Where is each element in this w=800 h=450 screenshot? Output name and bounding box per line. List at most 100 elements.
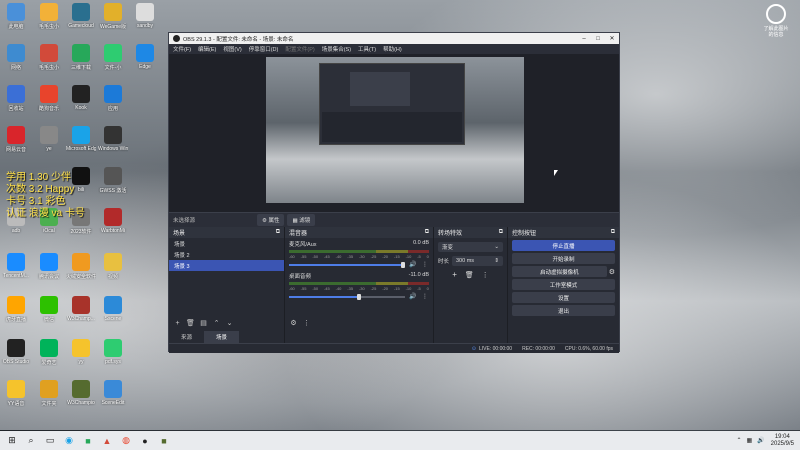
add-transition-icon[interactable]: + bbox=[452, 270, 457, 279]
desktop-icon[interactable]: 视频 bbox=[98, 253, 128, 291]
desktop-icon[interactable]: WarbtonMi bbox=[98, 208, 128, 246]
move-up-icon[interactable]: ⌃ bbox=[212, 319, 221, 328]
desktop-icon[interactable]: 网易云音 bbox=[1, 126, 31, 164]
desktop-icon[interactable]: 腾讯会议 bbox=[34, 253, 64, 291]
desktop-icon[interactable]: 毛毛虫小 bbox=[34, 3, 64, 41]
clock[interactable]: 19:04 2025/9/5 bbox=[771, 434, 794, 448]
volume-knob[interactable] bbox=[400, 261, 405, 268]
app-icon[interactable]: ■ bbox=[81, 434, 95, 448]
start-virtual-camera-button[interactable]: 启动虚拟摄像机 bbox=[512, 266, 607, 277]
desktop-icon[interactable]: 酷狗音乐 bbox=[34, 85, 64, 123]
remove-scene-icon[interactable]: 🗑 bbox=[186, 319, 195, 328]
maximize-button[interactable]: □ bbox=[591, 36, 605, 42]
add-scene-icon[interactable]: + bbox=[173, 319, 182, 328]
mixer-menu-icon[interactable]: ⋮ bbox=[302, 319, 311, 328]
desktop-icon[interactable]: 文件-小 bbox=[98, 44, 128, 82]
app-icon[interactable]: ■ bbox=[157, 434, 171, 448]
desktop-icon[interactable]: 火绒安全软件 bbox=[66, 253, 96, 291]
menu-item[interactable]: 编辑(E) bbox=[198, 45, 216, 53]
desktop-icon[interactable]: 微信 bbox=[34, 296, 64, 334]
start-recording-button[interactable]: 开始录制 bbox=[512, 253, 615, 264]
duration-input[interactable]: 300 ms ⇕ bbox=[452, 256, 503, 266]
scene-item[interactable]: 场景 bbox=[169, 238, 284, 249]
edge-icon[interactable]: ◉ bbox=[62, 434, 76, 448]
transition-menu-icon[interactable]: ⋮ bbox=[482, 271, 489, 279]
desktop-icon[interactable]: 爱奇艺 bbox=[34, 339, 64, 377]
obs-window[interactable]: OBS 29.1.3 - 配置文件: 未命名 - 场景: 未命名 – □ ✕ 文… bbox=[168, 32, 620, 353]
desktop-icon[interactable]: ye bbox=[34, 126, 64, 164]
desktop-icon[interactable]: TencentM... bbox=[1, 253, 31, 291]
desktop-icon[interactable]: W3Champio bbox=[66, 380, 96, 418]
volume-knob[interactable] bbox=[356, 293, 361, 300]
desktop-icon[interactable]: 三维下载 bbox=[66, 44, 96, 82]
channel-menu-icon[interactable]: ⋮ bbox=[421, 261, 429, 268]
app-icon[interactable]: ▲ bbox=[100, 434, 114, 448]
undock-icon[interactable]: ⧉ bbox=[499, 229, 503, 236]
desktop-icon[interactable]: Gamecloud bbox=[66, 3, 96, 41]
desktop-icon[interactable]: 应用 bbox=[98, 85, 128, 123]
desktop-icon[interactable]: yy bbox=[66, 339, 96, 377]
desktop-icon[interactable]: Sscene bbox=[98, 296, 128, 334]
desktop-icon[interactable]: 回收站 bbox=[1, 85, 31, 123]
desktop-icon[interactable]: GWSS 激活 bbox=[98, 167, 128, 205]
learn-about-picture-icon[interactable]: 了解此图片 的信息 bbox=[757, 4, 795, 38]
volume-slider[interactable] bbox=[289, 261, 405, 268]
undock-icon[interactable]: ⧉ bbox=[276, 229, 280, 236]
scene-item[interactable]: 场景 2 bbox=[169, 249, 284, 260]
obs-taskbar-icon[interactable]: ● bbox=[138, 434, 152, 448]
desktop-icon[interactable]: 毛毛虫小 bbox=[34, 44, 64, 82]
chrome-icon[interactable]: ◍ bbox=[119, 434, 133, 448]
chevron-up-icon[interactable]: ⌃ bbox=[736, 437, 741, 444]
channel-menu-icon[interactable]: ⋮ bbox=[421, 293, 429, 300]
transition-select[interactable]: 渐变 ⌄ bbox=[438, 242, 503, 252]
desktop-icon[interactable]: 虎牙直播 bbox=[1, 296, 31, 334]
network-icon[interactable]: ▦ bbox=[746, 437, 752, 444]
advanced-audio-icon[interactable]: ⚙ bbox=[289, 319, 298, 328]
desktop-icon[interactable]: W3Champ... bbox=[66, 296, 96, 334]
speaker-icon[interactable]: 🔊 bbox=[409, 261, 417, 268]
tab-scenes[interactable]: 场景 bbox=[204, 331, 240, 343]
stop-streaming-button[interactable]: 停止直播 bbox=[512, 240, 615, 251]
move-down-icon[interactable]: ⌄ bbox=[225, 319, 234, 328]
remove-transition-icon[interactable]: 🗑 bbox=[465, 271, 474, 279]
menu-item[interactable]: 工具(T) bbox=[358, 45, 376, 53]
menu-item[interactable]: 视图(V) bbox=[223, 45, 241, 53]
menu-item[interactable]: 文件(F) bbox=[173, 45, 191, 53]
desktop-icon[interactable]: sandby bbox=[130, 3, 160, 41]
tab-sources[interactable]: 来源 bbox=[169, 331, 204, 343]
menu-item[interactable]: 配置文件(P) bbox=[285, 45, 314, 53]
desktop-icon[interactable]: 网络 bbox=[1, 44, 31, 82]
volume-slider[interactable] bbox=[289, 293, 405, 300]
scene-filters-icon[interactable]: ▤ bbox=[199, 319, 208, 328]
desktop-icon[interactable]: 此电脑 bbox=[1, 3, 31, 41]
volume-icon[interactable]: 🔊 bbox=[757, 437, 764, 444]
start-icon[interactable]: ⊞ bbox=[5, 434, 19, 448]
speaker-icon[interactable]: 🔊 bbox=[409, 293, 417, 300]
task-view-icon[interactable]: ▭ bbox=[43, 434, 57, 448]
desktop-icon[interactable]: YY语音 bbox=[1, 380, 31, 418]
menu-item[interactable]: 场景集合(S) bbox=[322, 45, 351, 53]
minimize-button[interactable]: – bbox=[577, 36, 591, 42]
menu-item[interactable]: 停靠窗口(D) bbox=[249, 45, 279, 53]
exit-button[interactable]: 退出 bbox=[512, 305, 615, 316]
gear-icon[interactable]: ⚙ bbox=[609, 268, 615, 276]
undock-icon[interactable]: ⧉ bbox=[611, 229, 615, 236]
desktop-icon[interactable]: SceneEdit bbox=[98, 380, 128, 418]
desktop-icon[interactable]: Microsoft Edge bbox=[66, 126, 96, 164]
search-icon[interactable]: ⌕ bbox=[24, 434, 38, 448]
desktop-icon[interactable]: OBS Studio bbox=[1, 339, 31, 377]
desktop-icon[interactable]: Windows Windbg bbox=[98, 126, 128, 164]
menu-item[interactable]: 帮助(H) bbox=[383, 45, 402, 53]
desktop-icon[interactable]: WeGame版 bbox=[98, 3, 128, 41]
filters-button[interactable]: ▦ 滤镜 bbox=[287, 214, 316, 226]
desktop-icon[interactable]: Edge bbox=[130, 44, 160, 82]
desktop-icon[interactable]: Kook bbox=[66, 85, 96, 123]
desktop-icon[interactable]: 文件夹 bbox=[34, 380, 64, 418]
desktop-icon[interactable]: pdf.sys bbox=[98, 339, 128, 377]
close-button[interactable]: ✕ bbox=[605, 35, 619, 42]
studio-mode-button[interactable]: 工作室模式 bbox=[512, 279, 615, 290]
preview-canvas[interactable] bbox=[169, 54, 619, 212]
scene-item[interactable]: 场景 3 bbox=[169, 260, 284, 271]
settings-button[interactable]: 设置 bbox=[512, 292, 615, 303]
properties-button[interactable]: ⚙ 属性 bbox=[257, 214, 285, 226]
